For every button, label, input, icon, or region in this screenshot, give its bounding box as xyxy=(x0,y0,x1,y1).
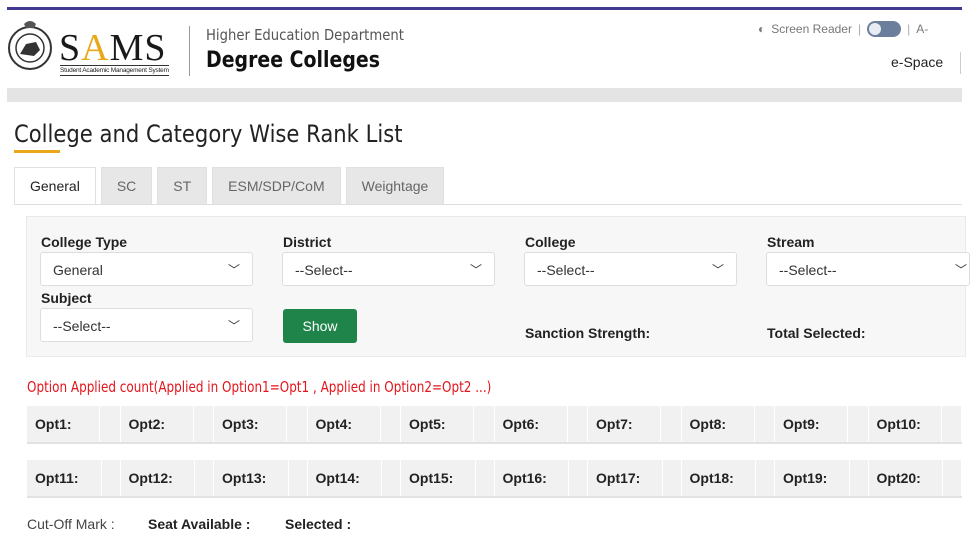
subject-select[interactable]: --Select-- ﹀ xyxy=(40,308,253,342)
college-select[interactable]: --Select-- ﹀ xyxy=(524,252,737,286)
seat-available-label: Seat Available : xyxy=(148,516,251,532)
nav-bar xyxy=(7,88,962,102)
option-count-value xyxy=(567,406,588,442)
option-count-note: Option Applied count(Applied in Option1=… xyxy=(27,378,492,396)
tab-sc[interactable]: SC xyxy=(100,167,153,205)
college-label: College xyxy=(525,234,576,250)
option-count-value xyxy=(193,406,214,442)
option-label: Opt19: xyxy=(775,460,850,496)
option-count-value xyxy=(474,406,495,442)
page-title: College and Category Wise Rank List xyxy=(14,120,403,148)
portal-name: Degree Colleges xyxy=(206,48,380,73)
option-count-value xyxy=(101,460,121,496)
sanction-strength-label: Sanction Strength: xyxy=(525,325,651,341)
option-label: Opt14: xyxy=(307,460,383,496)
option-count-value xyxy=(382,460,401,496)
college-type-label: College Type xyxy=(41,234,128,250)
option-count-value xyxy=(380,406,401,442)
screen-reader-icon: ◐ xyxy=(758,22,766,36)
option-count-value xyxy=(287,406,308,442)
tab-weightage[interactable]: Weightage xyxy=(345,167,445,205)
department-name: Higher Education Department xyxy=(206,26,404,44)
title-underline xyxy=(14,150,60,153)
chevron-down-icon: ﹀ xyxy=(469,263,482,277)
option-count-value xyxy=(848,406,869,442)
option-label: Opt4: xyxy=(307,406,381,442)
option-count-value xyxy=(756,460,775,496)
cutoff-mark-label: Cut-Off Mark : xyxy=(27,516,115,532)
chevron-down-icon: ﹀ xyxy=(711,263,724,277)
chevron-down-icon: ﹀ xyxy=(954,263,967,277)
espace-link[interactable]: e-Space xyxy=(891,54,943,70)
option-label: Opt13: xyxy=(214,460,289,496)
total-selected-label: Total Selected: xyxy=(767,325,866,341)
option-label: Opt1: xyxy=(27,406,101,442)
stream-select[interactable]: --Select-- ﹀ xyxy=(766,252,970,286)
option-label: Opt20: xyxy=(868,460,944,496)
header: SAMS Student Academic Management System … xyxy=(0,10,970,88)
tab-esm-sdp-com[interactable]: ESM/SDP/CoM xyxy=(212,167,341,205)
option-label: Opt6: xyxy=(494,406,568,442)
option-label: Opt12: xyxy=(120,460,196,496)
divider xyxy=(189,26,190,76)
chevron-down-icon: ﹀ xyxy=(227,319,240,333)
show-button[interactable]: Show xyxy=(283,309,357,343)
option-count-value xyxy=(661,406,682,442)
college-type-select[interactable]: General ﹀ xyxy=(40,252,253,286)
option-label: Opt16: xyxy=(494,460,570,496)
option-count-value xyxy=(754,406,775,442)
sams-logo: SAMS xyxy=(59,27,167,69)
tab-general[interactable]: General xyxy=(14,167,96,205)
chevron-down-icon: ﹀ xyxy=(227,263,240,277)
subject-label: Subject xyxy=(41,290,92,306)
option-count-value xyxy=(662,460,682,496)
option-label: Opt9: xyxy=(775,406,849,442)
option-count-value xyxy=(569,460,588,496)
option-count-row-2: Opt11: Opt12: Opt13: Opt14: Opt15: Opt16: Opt1… xyxy=(27,460,962,498)
option-label: Opt17: xyxy=(588,460,663,496)
option-count-row-1: Opt1: Opt2: Opt3: Opt4: Opt5: Opt6: Opt7: Opt8:… xyxy=(27,406,962,444)
decrease-font-button[interactable]: A- xyxy=(916,22,928,36)
option-label: Opt15: xyxy=(401,460,476,496)
option-label: Opt3: xyxy=(214,406,288,442)
option-label: Opt11: xyxy=(27,460,102,496)
option-label: Opt7: xyxy=(588,406,662,442)
option-count-value xyxy=(941,406,962,442)
category-tabs: General SC ST ESM/SDP/CoM Weightage xyxy=(14,167,445,205)
option-count-value xyxy=(849,460,869,496)
option-count-value xyxy=(195,460,214,496)
option-label: Opt8: xyxy=(681,406,755,442)
option-count-value xyxy=(288,460,308,496)
option-label: Opt18: xyxy=(681,460,757,496)
odisha-emblem-logo xyxy=(8,21,52,70)
theme-toggle[interactable] xyxy=(867,21,902,37)
sams-logo-subtitle: Student Academic Management System xyxy=(60,65,169,76)
accessibility-bar: ◐ Screen Reader | | A- xyxy=(758,21,929,37)
district-label: District xyxy=(283,234,332,250)
option-label: Opt5: xyxy=(401,406,475,442)
option-count-value xyxy=(475,460,495,496)
option-count-value xyxy=(943,460,962,496)
district-select[interactable]: --Select-- ﹀ xyxy=(282,252,495,286)
option-label: Opt10: xyxy=(868,406,942,442)
selected-label: Selected : xyxy=(285,516,352,532)
tab-st[interactable]: ST xyxy=(157,167,208,205)
screen-reader-link[interactable]: Screen Reader xyxy=(771,22,852,36)
option-label: Opt2: xyxy=(120,406,194,442)
stream-label: Stream xyxy=(767,234,815,250)
option-count-value xyxy=(100,406,121,442)
